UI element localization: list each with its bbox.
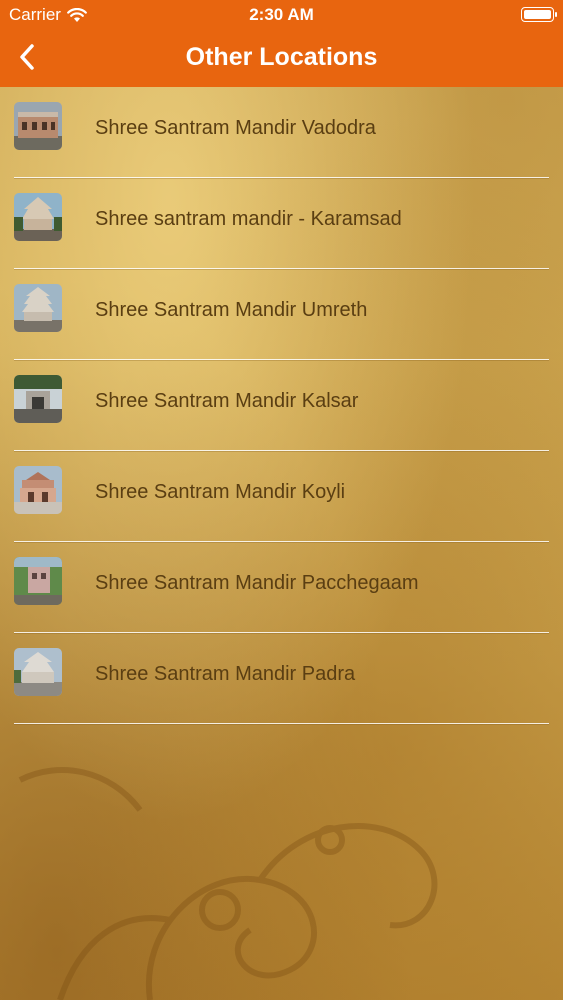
list-item-location[interactable]: Shree Santram Mandir Vadodra bbox=[0, 87, 563, 178]
list-item-location[interactable]: Shree Santram Mandir Umreth bbox=[0, 269, 563, 360]
divider bbox=[14, 723, 549, 724]
location-name: Shree Santram Mandir Umreth bbox=[95, 299, 368, 321]
list-item-location[interactable]: Shree Santram Mandir Padra bbox=[0, 633, 563, 724]
temple-photo-thumbnail bbox=[14, 648, 62, 696]
battery-icon bbox=[521, 7, 557, 22]
locations-list: Shree Santram Mandir Vadodra Shree santr… bbox=[0, 87, 563, 724]
list-item-location[interactable]: Shree santram mandir - Karamsad bbox=[0, 178, 563, 269]
background-ornament bbox=[18, 767, 438, 1000]
location-name: Shree Santram Mandir Padra bbox=[95, 663, 356, 685]
list-item-location[interactable]: Shree Santram Mandir Koyli bbox=[0, 451, 563, 542]
status-time: 2:30 AM bbox=[249, 5, 314, 24]
location-name: Shree Santram Mandir Kalsar bbox=[95, 390, 359, 412]
page-title: Other Locations bbox=[185, 43, 378, 71]
location-name: Shree Santram Mandir Koyli bbox=[95, 481, 346, 503]
navigation-bar: Other Locations bbox=[0, 30, 563, 87]
location-name: Shree santram mandir - Karamsad bbox=[95, 208, 402, 230]
list-item-location[interactable]: Shree Santram Mandir Kalsar bbox=[0, 360, 563, 451]
status-bar: Carrier 2:30 AM bbox=[0, 0, 563, 30]
location-name: Shree Santram Mandir Pacchegaam bbox=[95, 572, 419, 594]
temple-photo-thumbnail bbox=[14, 375, 62, 423]
temple-photo-thumbnail bbox=[14, 466, 62, 514]
temple-photo-thumbnail bbox=[14, 557, 62, 605]
location-name: Shree Santram Mandir Vadodra bbox=[95, 117, 376, 139]
list-item-location[interactable]: Shree Santram Mandir Pacchegaam bbox=[0, 542, 563, 633]
temple-photo-thumbnail bbox=[14, 193, 62, 241]
temple-photo-thumbnail bbox=[14, 102, 62, 150]
temple-photo-thumbnail bbox=[14, 284, 62, 332]
